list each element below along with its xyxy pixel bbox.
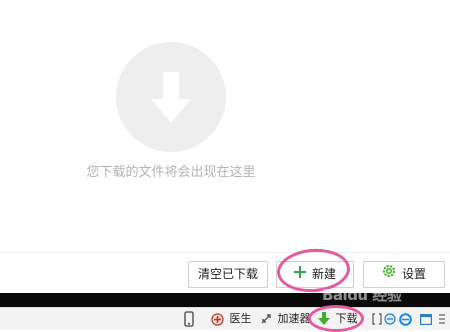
gear-icon bbox=[382, 262, 396, 287]
accelerator-label: 加速器 bbox=[277, 312, 311, 325]
divider bbox=[0, 252, 450, 253]
download-panel: 您下载的文件将会出现在这里 清空已下载 新建 设置 bbox=[0, 0, 450, 295]
download-label: 下载 bbox=[335, 312, 358, 325]
browser-icon[interactable] bbox=[384, 308, 396, 330]
new-download-label: 新建 bbox=[311, 267, 336, 281]
accelerator-item[interactable]: 加速器 bbox=[260, 308, 311, 330]
doctor-icon bbox=[211, 312, 224, 326]
bracket-icon[interactable] bbox=[372, 308, 382, 330]
empty-download-icon bbox=[116, 42, 226, 152]
status-bar: 医生 加速器 下载 bbox=[0, 307, 450, 330]
empty-state-message: 您下载的文件将会出现在这里 bbox=[86, 165, 256, 180]
download-item[interactable]: 下载 bbox=[318, 308, 358, 330]
doctor-label: 医生 bbox=[229, 312, 252, 325]
settings-button[interactable]: 设置 bbox=[363, 261, 445, 288]
ie-icon[interactable] bbox=[399, 308, 412, 330]
phone-icon[interactable] bbox=[184, 308, 194, 330]
rocket-icon bbox=[261, 314, 271, 324]
clear-downloaded-label: 清空已下载 bbox=[197, 267, 258, 281]
separator-bar bbox=[0, 293, 450, 307]
download-arrow-icon bbox=[318, 312, 330, 325]
clear-downloaded-button[interactable]: 清空已下载 bbox=[188, 261, 268, 288]
more-icon[interactable] bbox=[438, 308, 446, 330]
plus-icon bbox=[293, 262, 306, 287]
settings-label: 设置 bbox=[401, 267, 426, 281]
window-icon[interactable] bbox=[420, 308, 433, 330]
doctor-item[interactable]: 医生 bbox=[211, 308, 252, 330]
download-arrow-icon bbox=[151, 72, 191, 123]
new-download-button[interactable]: 新建 bbox=[276, 261, 354, 288]
